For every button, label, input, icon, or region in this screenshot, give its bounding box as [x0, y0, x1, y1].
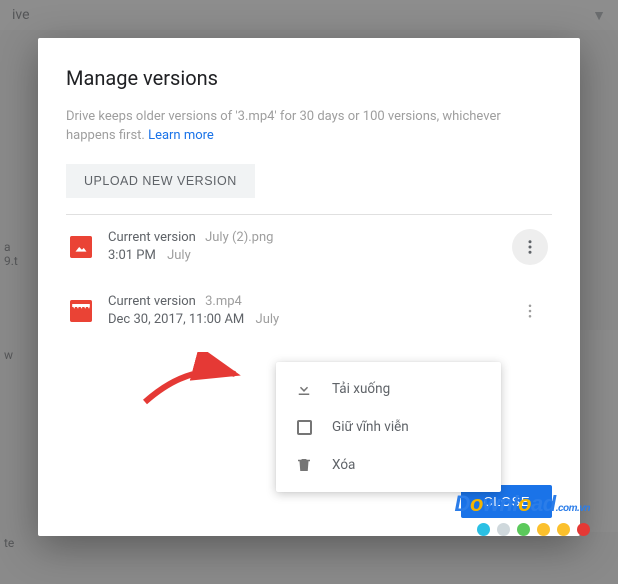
- version-row: Current version July (2).png 3:01 PM Jul…: [66, 215, 552, 279]
- version-info: Current version 3.mp4 Dec 30, 2017, 11:0…: [108, 294, 496, 327]
- image-file-icon: [70, 236, 92, 258]
- version-time: 3:01 PM: [108, 248, 156, 263]
- version-filename: July (2).png: [205, 230, 273, 245]
- watermark: Download.com.vn: [455, 491, 590, 536]
- download-icon: [294, 379, 314, 399]
- more-options-button[interactable]: [512, 293, 548, 329]
- version-label: Current version: [108, 230, 196, 245]
- more-vert-icon: [521, 302, 539, 320]
- more-options-button[interactable]: [512, 229, 548, 265]
- version-label: Current version: [108, 294, 196, 309]
- video-file-icon: [70, 300, 92, 322]
- menu-item-label: Tải xuống: [332, 381, 390, 397]
- version-info: Current version July (2).png 3:01 PM Jul…: [108, 230, 496, 263]
- menu-item-keep-forever[interactable]: Giữ vĩnh viễn: [276, 408, 501, 446]
- menu-item-download[interactable]: Tải xuống: [276, 370, 501, 408]
- menu-item-label: Giữ vĩnh viễn: [332, 419, 409, 435]
- dialog-description: Drive keeps older versions of '3.mp4' fo…: [66, 108, 552, 146]
- version-author: July: [256, 312, 280, 327]
- manage-versions-dialog: Manage versions Drive keeps older versio…: [38, 38, 580, 536]
- version-time: Dec 30, 2017, 11:00 AM: [108, 312, 244, 327]
- version-filename: 3.mp4: [205, 294, 242, 309]
- more-vert-icon: [521, 238, 539, 256]
- learn-more-link[interactable]: Learn more: [148, 128, 214, 143]
- context-menu: Tải xuống Giữ vĩnh viễn Xóa: [276, 362, 501, 492]
- menu-item-delete[interactable]: Xóa: [276, 446, 501, 484]
- version-author: July: [167, 248, 191, 263]
- menu-item-label: Xóa: [332, 457, 355, 473]
- checkbox-icon: [294, 417, 314, 437]
- version-row: Current version 3.mp4 Dec 30, 2017, 11:0…: [66, 279, 552, 343]
- dialog-title: Manage versions: [66, 66, 552, 90]
- trash-icon: [294, 455, 314, 475]
- watermark-text: Download.com.vn: [455, 491, 590, 517]
- upload-new-version-button[interactable]: UPLOAD NEW VERSION: [66, 164, 255, 198]
- watermark-dots: [455, 523, 590, 536]
